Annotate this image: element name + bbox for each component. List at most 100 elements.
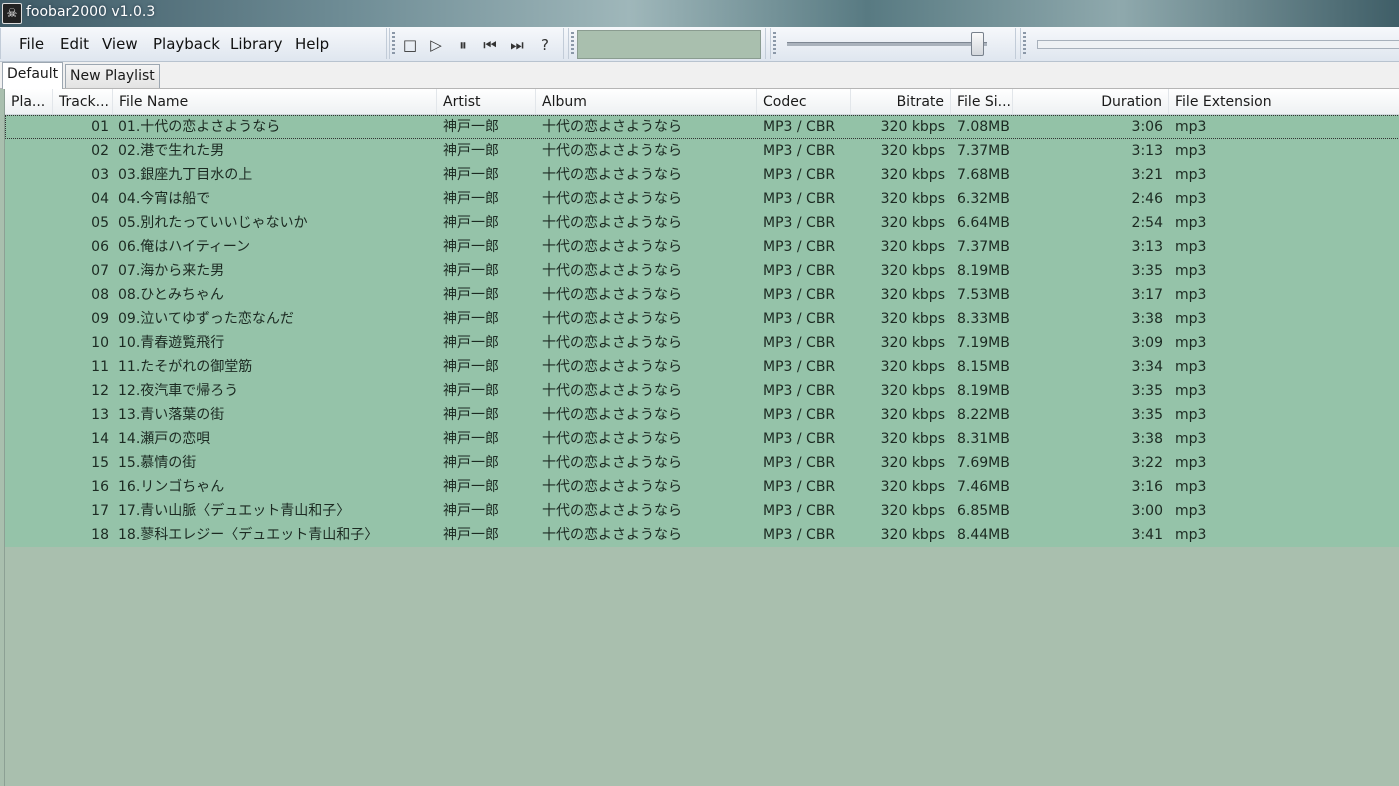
title-bar[interactable]: ☠ foobar2000 v1.0.3 bbox=[0, 0, 1399, 27]
menu-playback[interactable]: Playback bbox=[153, 35, 220, 53]
column-header-file-size[interactable]: File Si... bbox=[951, 89, 1013, 114]
playlist-view[interactable]: Pla... Track... File Name Artist Album C… bbox=[4, 89, 1399, 786]
menu-library[interactable]: Library bbox=[230, 35, 282, 53]
table-row[interactable]: 13 13.青い落葉の街 神戸一郎 十代の恋よさようなら MP3 / CBR 320 kb… bbox=[5, 403, 1399, 427]
cell-album: 十代の恋よさようなら bbox=[542, 167, 682, 183]
tab-default[interactable]: Default bbox=[2, 62, 64, 89]
random-icon: ? bbox=[541, 36, 549, 54]
cell-bitrate: 320 kbps bbox=[880, 119, 945, 135]
tab-new-playlist[interactable]: New Playlist bbox=[65, 64, 160, 88]
table-row[interactable]: 10 10.青春遊覧飛行 神戸一郎 十代の恋よさようなら MP3 / CBR 320 kb… bbox=[5, 331, 1399, 355]
toolbar-grip[interactable] bbox=[392, 32, 395, 56]
table-row[interactable]: 11 11.たそがれの御堂筋 神戸一郎 十代の恋よさようなら MP3 / CBR 320 … bbox=[5, 355, 1399, 379]
table-row[interactable]: 06 06.俺はハイティーン 神戸一郎 十代の恋よさようなら MP3 / CBR 320 … bbox=[5, 235, 1399, 259]
cell-file-name: 09.泣いてゆずった恋なんだ bbox=[118, 311, 294, 327]
cell-duration: 3:00 bbox=[1131, 503, 1163, 519]
table-row[interactable]: 05 05.別れたっていいじゃないか 神戸一郎 十代の恋よさようなら MP3 / CBR… bbox=[5, 211, 1399, 235]
cell-album: 十代の恋よさようなら bbox=[542, 479, 682, 495]
cell-file-extension: mp3 bbox=[1175, 263, 1207, 279]
column-header-file-name[interactable]: File Name bbox=[113, 89, 437, 114]
menu-file[interactable]: File bbox=[19, 35, 44, 53]
menu-help[interactable]: Help bbox=[295, 35, 329, 53]
cell-album: 十代の恋よさようなら bbox=[542, 119, 682, 135]
cell-track-number: 08 bbox=[91, 287, 109, 303]
table-row[interactable]: 07 07.海から来た男 神戸一郎 十代の恋よさようなら MP3 / CBR 320 kb… bbox=[5, 259, 1399, 283]
column-header-bitrate[interactable]: Bitrate bbox=[851, 89, 951, 114]
column-header-codec[interactable]: Codec bbox=[757, 89, 851, 114]
cell-file-size: 7.37MB bbox=[957, 239, 1010, 255]
table-row[interactable]: 17 17.青い山脈〈デュエット青山和子〉 神戸一郎 十代の恋よさようなら MP3 / … bbox=[5, 499, 1399, 523]
cell-album: 十代の恋よさようなら bbox=[542, 359, 682, 375]
table-row[interactable]: 03 03.銀座九丁目水の上 神戸一郎 十代の恋よさようなら MP3 / CBR 320 … bbox=[5, 163, 1399, 187]
cell-track-number: 05 bbox=[91, 215, 109, 231]
table-row[interactable]: 14 14.瀬戸の恋唄 神戸一郎 十代の恋よさようなら MP3 / CBR 320 kbp… bbox=[5, 427, 1399, 451]
toolbar-grip[interactable] bbox=[1023, 32, 1026, 56]
cell-file-size: 8.19MB bbox=[957, 383, 1010, 399]
column-header-artist[interactable]: Artist bbox=[437, 89, 536, 114]
cell-file-name: 01.十代の恋よさようなら bbox=[118, 119, 281, 135]
column-header-duration[interactable]: Duration bbox=[1013, 89, 1169, 114]
cell-file-size: 8.44MB bbox=[957, 527, 1010, 543]
cell-album: 十代の恋よさようなら bbox=[542, 311, 682, 327]
column-header-album[interactable]: Album bbox=[536, 89, 757, 114]
column-header-track[interactable]: Track... bbox=[53, 89, 113, 114]
cell-file-extension: mp3 bbox=[1175, 215, 1207, 231]
next-button[interactable]: ⏭ bbox=[508, 36, 526, 54]
table-row[interactable]: 16 16.リンゴちゃん 神戸一郎 十代の恋よさようなら MP3 / CBR 320 kb… bbox=[5, 475, 1399, 499]
cell-playing bbox=[5, 259, 53, 283]
cell-artist: 神戸一郎 bbox=[443, 527, 499, 543]
volume-slider-handle[interactable] bbox=[971, 32, 984, 56]
table-row[interactable]: 09 09.泣いてゆずった恋なんだ 神戸一郎 十代の恋よさようなら MP3 / CBR 3… bbox=[5, 307, 1399, 331]
volume-slider-track[interactable] bbox=[787, 42, 987, 46]
table-row[interactable]: 02 02.港で生れた男 神戸一郎 十代の恋よさようなら MP3 / CBR 320 kb… bbox=[5, 139, 1399, 163]
cell-artist: 神戸一郎 bbox=[443, 383, 499, 399]
cell-codec: MP3 / CBR bbox=[763, 167, 836, 183]
cell-file-name: 14.瀬戸の恋唄 bbox=[118, 431, 211, 447]
play-button[interactable]: ▷ bbox=[427, 36, 445, 54]
cell-playing bbox=[5, 283, 53, 307]
toolbar-grip[interactable] bbox=[773, 32, 776, 56]
transport-toolbar: □ ▷ ⏸ ⏮ ⏭ ? bbox=[389, 28, 564, 59]
pause-button[interactable]: ⏸ bbox=[454, 36, 472, 54]
menu-edit[interactable]: Edit bbox=[60, 35, 89, 53]
table-row[interactable]: 08 08.ひとみちゃん 神戸一郎 十代の恋よさようなら MP3 / CBR 320 kb… bbox=[5, 283, 1399, 307]
playlist-tabs: Default New Playlist bbox=[0, 62, 1399, 89]
table-row[interactable]: 15 15.慕情の街 神戸一郎 十代の恋よさようなら MP3 / CBR 320 kbps… bbox=[5, 451, 1399, 475]
cell-codec: MP3 / CBR bbox=[763, 431, 836, 447]
seek-bar[interactable] bbox=[1037, 40, 1399, 49]
column-header-playing[interactable]: Pla... bbox=[5, 89, 53, 114]
cell-playing bbox=[5, 331, 53, 355]
cell-duration: 3:09 bbox=[1131, 335, 1163, 351]
cell-album: 十代の恋よさようなら bbox=[542, 383, 682, 399]
cell-track-number: 02 bbox=[91, 143, 109, 159]
cell-file-name: 07.海から来た男 bbox=[118, 263, 225, 279]
toolbar-grip[interactable] bbox=[571, 32, 574, 56]
cell-file-extension: mp3 bbox=[1175, 503, 1207, 519]
cell-codec: MP3 / CBR bbox=[763, 359, 836, 375]
cell-bitrate: 320 kbps bbox=[880, 287, 945, 303]
cell-file-size: 6.64MB bbox=[957, 215, 1010, 231]
stop-button[interactable]: □ bbox=[401, 36, 419, 54]
cell-codec: MP3 / CBR bbox=[763, 479, 836, 495]
cell-duration: 3:38 bbox=[1131, 431, 1163, 447]
table-row[interactable]: 01 01.十代の恋よさようなら 神戸一郎 十代の恋よさようなら MP3 / CBR 32… bbox=[5, 115, 1399, 139]
previous-button[interactable]: ⏮ bbox=[481, 36, 499, 54]
cell-bitrate: 320 kbps bbox=[880, 455, 945, 471]
cell-artist: 神戸一郎 bbox=[443, 407, 499, 423]
cell-track-number: 06 bbox=[91, 239, 109, 255]
cell-artist: 神戸一郎 bbox=[443, 311, 499, 327]
cell-file-size: 8.22MB bbox=[957, 407, 1010, 423]
cell-file-size: 6.32MB bbox=[957, 191, 1010, 207]
cell-file-name: 04.今宵は船で bbox=[118, 191, 211, 207]
table-row[interactable]: 18 18.蓼科エレジー〈デュエット青山和子〉 神戸一郎 十代の恋よさようなら MP3 … bbox=[5, 523, 1399, 547]
cell-bitrate: 320 kbps bbox=[880, 311, 945, 327]
cell-playing bbox=[5, 427, 53, 451]
cell-artist: 神戸一郎 bbox=[443, 239, 499, 255]
table-row[interactable]: 04 04.今宵は船で 神戸一郎 十代の恋よさようなら MP3 / CBR 320 kbp… bbox=[5, 187, 1399, 211]
column-header-extension[interactable]: File Extension bbox=[1169, 89, 1399, 114]
cell-album: 十代の恋よさようなら bbox=[542, 407, 682, 423]
skull-icon[interactable]: ☠ bbox=[2, 3, 22, 24]
table-row[interactable]: 12 12.夜汽車で帰ろう 神戸一郎 十代の恋よさようなら MP3 / CBR 320 k… bbox=[5, 379, 1399, 403]
random-button[interactable]: ? bbox=[536, 36, 554, 54]
menu-view[interactable]: View bbox=[102, 35, 138, 53]
